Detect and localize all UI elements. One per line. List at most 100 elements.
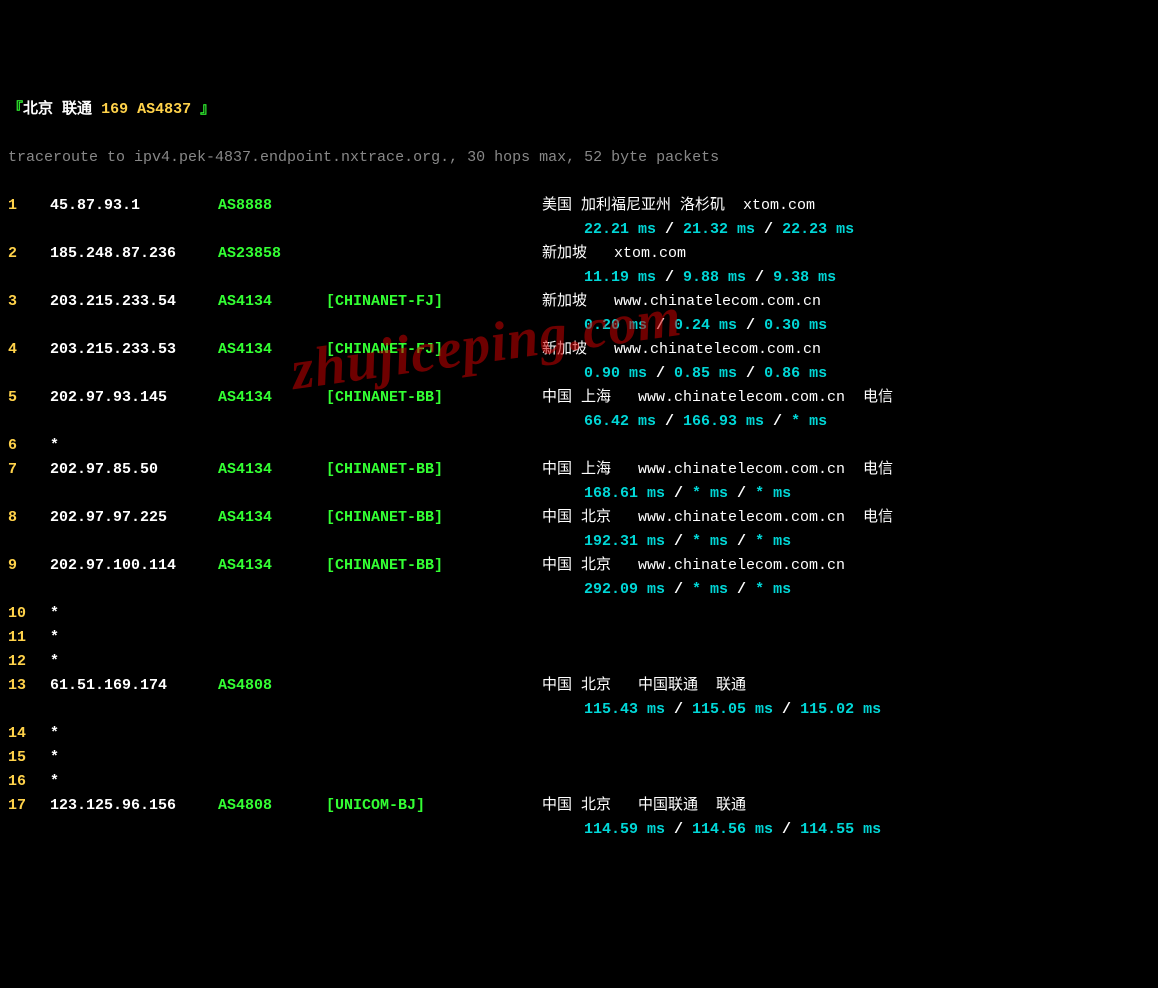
hops-list: 145.87.93.1AS8888美国 加利福尼亚州 洛杉矶 xtom.com 2…: [8, 194, 1150, 842]
hop-asn: AS4134: [218, 458, 326, 482]
hop-number: 5: [8, 386, 50, 410]
rtt-value: 114.56 ms: [692, 821, 773, 838]
hop-row: 3203.215.233.54AS4134[CHINANET-FJ]新加坡 ww…: [8, 290, 1150, 314]
hop-ip: *: [50, 722, 218, 746]
rtt-separator: /: [656, 413, 683, 430]
rtt-value: 115.43 ms: [584, 701, 665, 718]
hop-location: 新加坡 www.chinatelecom.com.cn: [542, 338, 821, 362]
rtt-value: * ms: [791, 413, 827, 430]
hop-number: 8: [8, 506, 50, 530]
rtt-separator: /: [755, 221, 782, 238]
hop-row: 16*: [8, 770, 1150, 794]
hop-row: 14*: [8, 722, 1150, 746]
hop-row: 8202.97.97.225AS4134[CHINANET-BB]中国 北京 w…: [8, 506, 1150, 530]
hop-rtt: 11.19 ms / 9.88 ms / 9.38 ms: [8, 266, 1150, 290]
rtt-separator: /: [737, 317, 764, 334]
hop-number: 14: [8, 722, 50, 746]
hop-ip: 203.215.233.53: [50, 338, 218, 362]
hop-ip: *: [50, 434, 218, 458]
hop-row: 12*: [8, 650, 1150, 674]
hop-netname: [CHINANET-BB]: [326, 386, 542, 410]
hop-location: 新加坡 www.chinatelecom.com.cn: [542, 290, 821, 314]
hop-row: 10*: [8, 602, 1150, 626]
hop-row: 9202.97.100.114AS4134[CHINANET-BB]中国 北京 …: [8, 554, 1150, 578]
rtt-separator: /: [656, 221, 683, 238]
hop-row: 11*: [8, 626, 1150, 650]
hop-asn: AS4134: [218, 338, 326, 362]
hop-netname: [UNICOM-BJ]: [326, 794, 542, 818]
hop-ip: 185.248.87.236: [50, 242, 218, 266]
command-line: traceroute to ipv4.pek-4837.endpoint.nxt…: [8, 146, 1150, 170]
hop-location: 中国 北京 www.chinatelecom.com.cn: [542, 554, 845, 578]
hop-row: 5202.97.93.145AS4134[CHINANET-BB]中国 上海 w…: [8, 386, 1150, 410]
hop-ip: 202.97.97.225: [50, 506, 218, 530]
rtt-separator: /: [665, 701, 692, 718]
hop-location: 美国 加利福尼亚州 洛杉矶 xtom.com: [542, 194, 815, 218]
hop-number: 7: [8, 458, 50, 482]
rtt-value: * ms: [755, 485, 791, 502]
rtt-value: 192.31 ms: [584, 533, 665, 550]
rtt-separator: /: [728, 485, 755, 502]
rtt-value: 0.30 ms: [764, 317, 827, 334]
hop-location: 中国 上海 www.chinatelecom.com.cn 电信: [542, 458, 893, 482]
hop-number: 13: [8, 674, 50, 698]
hop-asn: AS4134: [218, 554, 326, 578]
hop-location: 新加坡 xtom.com: [542, 242, 686, 266]
hop-location: 中国 北京 www.chinatelecom.com.cn 电信: [542, 506, 893, 530]
rtt-value: 0.20 ms: [584, 317, 647, 334]
hop-ip: 123.125.96.156: [50, 794, 218, 818]
rtt-value: 0.24 ms: [674, 317, 737, 334]
rtt-separator: /: [773, 701, 800, 718]
rtt-value: 9.38 ms: [773, 269, 836, 286]
hop-row: 1361.51.169.174AS4808中国 北京 中国联通 联通: [8, 674, 1150, 698]
rtt-separator: /: [737, 365, 764, 382]
bracket-open: 『: [8, 101, 23, 118]
rtt-value: 0.85 ms: [674, 365, 737, 382]
header-line: 『北京 联通 169 AS4837 』: [8, 98, 1150, 122]
rtt-value: 115.05 ms: [692, 701, 773, 718]
rtt-separator: /: [773, 821, 800, 838]
hop-ip: 203.215.233.54: [50, 290, 218, 314]
hop-number: 11: [8, 626, 50, 650]
hop-number: 15: [8, 746, 50, 770]
hop-netname: [CHINANET-BB]: [326, 506, 542, 530]
hop-location: 中国 上海 www.chinatelecom.com.cn 电信: [542, 386, 893, 410]
hop-ip: 202.97.85.50: [50, 458, 218, 482]
rtt-value: 9.88 ms: [683, 269, 746, 286]
hop-row: 2185.248.87.236AS23858新加坡 xtom.com: [8, 242, 1150, 266]
hop-row: 145.87.93.1AS8888美国 加利福尼亚州 洛杉矶 xtom.com: [8, 194, 1150, 218]
hop-netname: [CHINANET-FJ]: [326, 290, 542, 314]
hop-ip: *: [50, 746, 218, 770]
rtt-value: 115.02 ms: [800, 701, 881, 718]
header-city: 北京: [23, 101, 53, 118]
hop-netname: [CHINANET-BB]: [326, 458, 542, 482]
rtt-value: 166.93 ms: [683, 413, 764, 430]
rtt-separator: /: [728, 581, 755, 598]
rtt-value: * ms: [692, 581, 728, 598]
hop-asn: AS4134: [218, 290, 326, 314]
hop-asn: AS4134: [218, 506, 326, 530]
hop-netname: [CHINANET-FJ]: [326, 338, 542, 362]
rtt-value: 22.23 ms: [782, 221, 854, 238]
rtt-separator: /: [665, 581, 692, 598]
rtt-value: 22.21 ms: [584, 221, 656, 238]
rtt-value: 168.61 ms: [584, 485, 665, 502]
rtt-value: 11.19 ms: [584, 269, 656, 286]
rtt-separator: /: [728, 533, 755, 550]
hop-asn: AS23858: [218, 242, 326, 266]
hop-number: 16: [8, 770, 50, 794]
rtt-value: 292.09 ms: [584, 581, 665, 598]
rtt-separator: /: [665, 533, 692, 550]
hop-row: 6*: [8, 434, 1150, 458]
hop-number: 6: [8, 434, 50, 458]
rtt-value: 21.32 ms: [683, 221, 755, 238]
hop-number: 3: [8, 290, 50, 314]
header-asn-num: 169: [101, 101, 128, 118]
hop-netname: [CHINANET-BB]: [326, 554, 542, 578]
hop-ip: *: [50, 602, 218, 626]
hop-rtt: 168.61 ms / * ms / * ms: [8, 482, 1150, 506]
hop-rtt: 115.43 ms / 115.05 ms / 115.02 ms: [8, 698, 1150, 722]
rtt-value: 0.86 ms: [764, 365, 827, 382]
hop-ip: *: [50, 626, 218, 650]
hop-ip: 202.97.100.114: [50, 554, 218, 578]
